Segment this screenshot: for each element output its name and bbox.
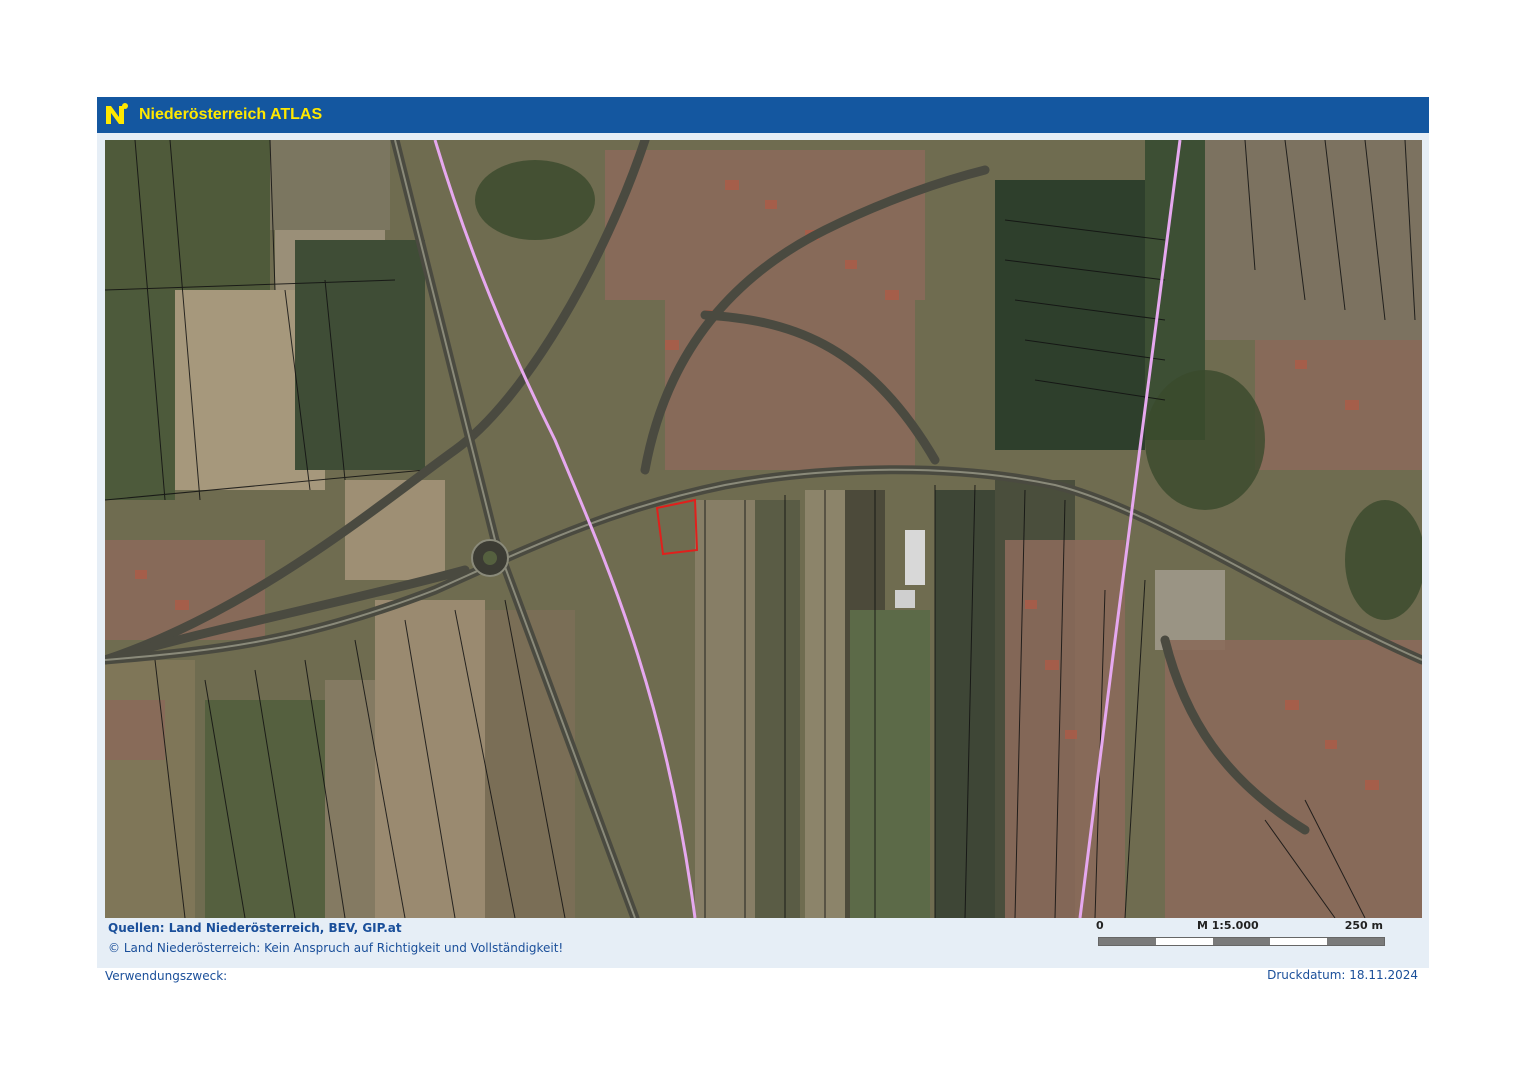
usage-label: Verwendungszweck: bbox=[105, 969, 228, 983]
app-title: Niederösterreich ATLAS bbox=[139, 106, 323, 123]
scale-start-label: 0 bbox=[1096, 919, 1104, 932]
copyright-text: © Land Niederösterreich: Kein Anspruch a… bbox=[108, 941, 564, 955]
scale-bar: 0 M 1:5.000 250 m bbox=[1094, 919, 1389, 949]
scale-track bbox=[1098, 937, 1385, 946]
scale-end-label: 250 m bbox=[1344, 919, 1383, 932]
print-date: Druckdatum: 18.11.2024 bbox=[1267, 968, 1418, 982]
sources-text: Quellen: Land Niederösterreich, BEV, GIP… bbox=[108, 921, 402, 935]
scale-ratio-label: M 1:5.000 bbox=[1197, 919, 1259, 932]
noe-logo-icon bbox=[103, 102, 129, 128]
atlas-header: Niederösterreich ATLAS bbox=[97, 97, 1429, 133]
map-view[interactable] bbox=[105, 140, 1422, 918]
